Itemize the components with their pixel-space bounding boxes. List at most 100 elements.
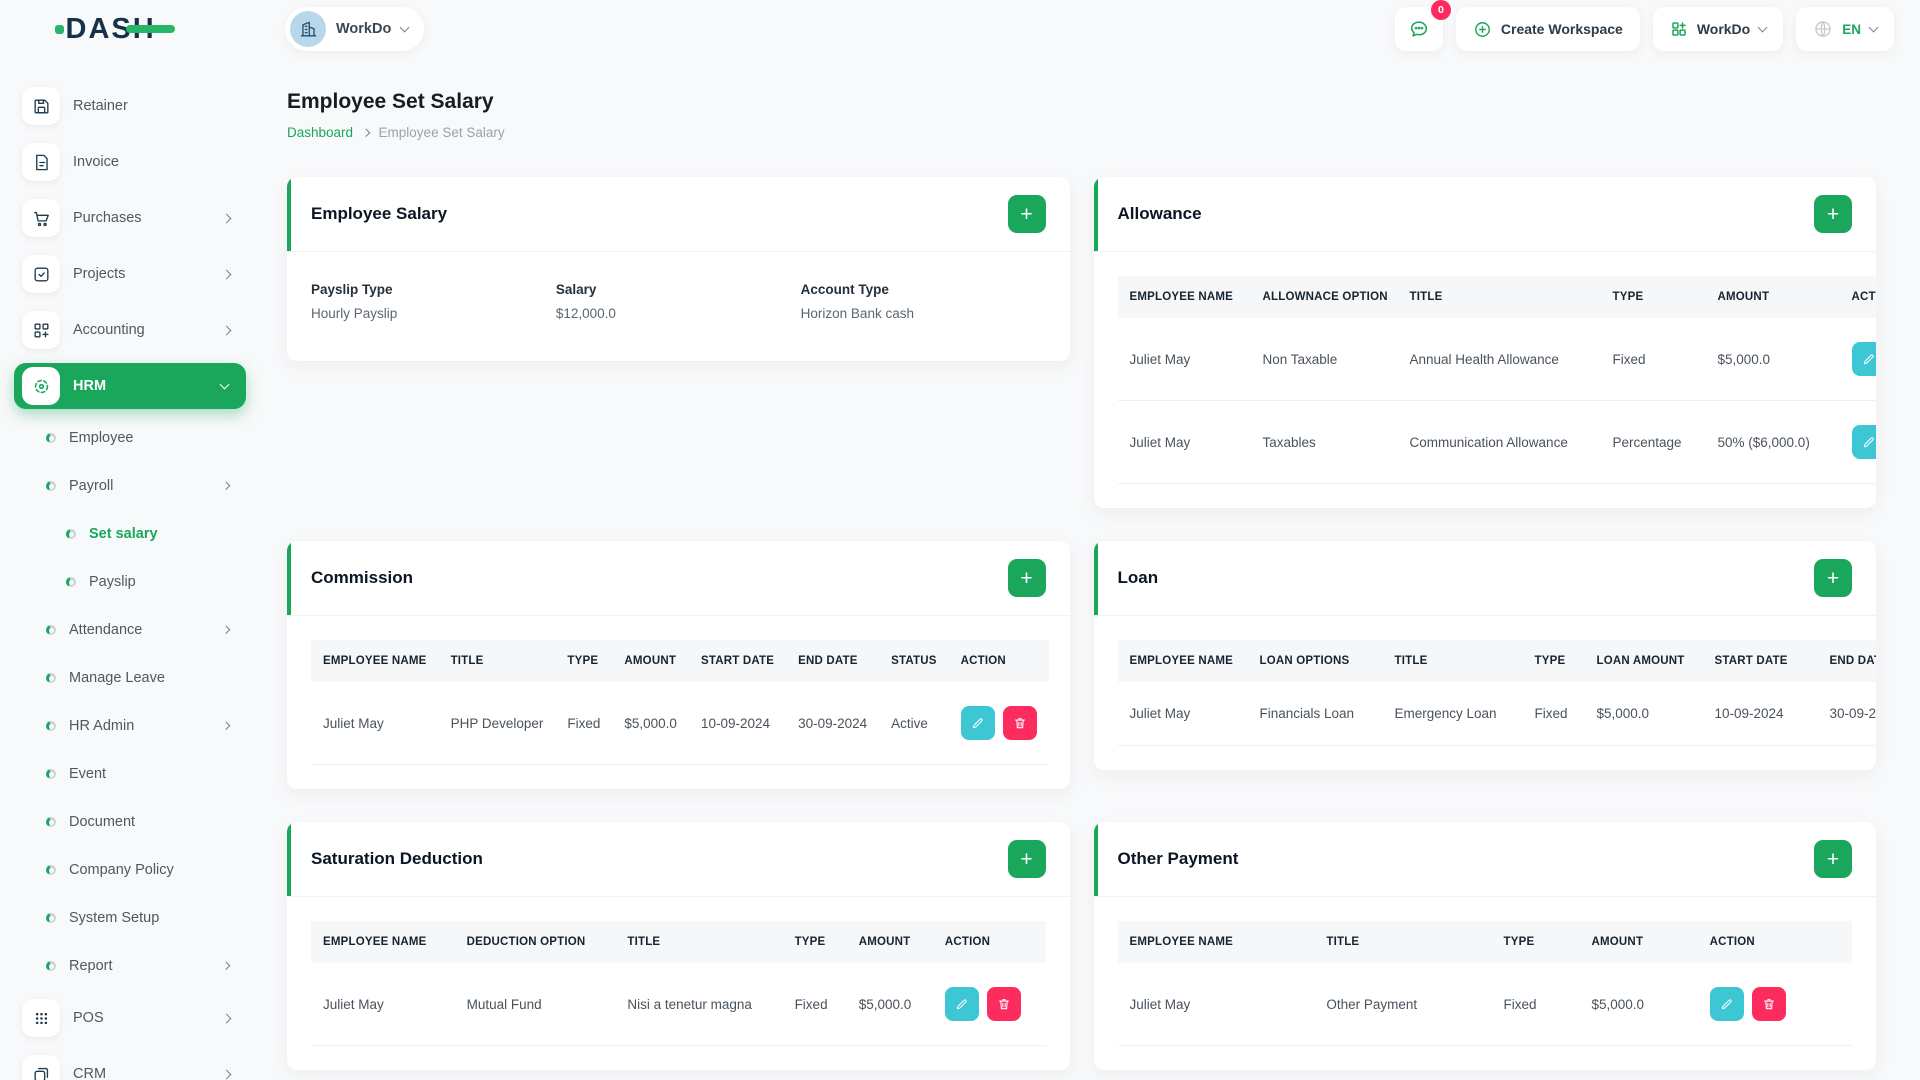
card-title: Loan — [1117, 568, 1159, 587]
bullet-icon — [46, 673, 56, 683]
sidebar-item-hr-admin[interactable]: HR Admin — [0, 702, 262, 750]
sidebar-item-manage-leave[interactable]: Manage Leave — [0, 654, 262, 702]
cell: 30-09-2024 — [1817, 682, 1876, 746]
chevron-down-icon — [1757, 22, 1768, 33]
pencil-icon — [972, 718, 983, 729]
column-header: TYPE — [782, 921, 847, 963]
add-button[interactable]: + — [1814, 559, 1852, 597]
chevron-right-icon — [221, 1069, 232, 1079]
sidebar-item-employee[interactable]: Employee — [0, 414, 262, 462]
topbar-actions: 0 Create Workspace WorkDo EN — [1394, 0, 1894, 51]
sidebar-item-retainer[interactable]: Retainer — [0, 78, 262, 134]
cell: 10-09-2024 — [1702, 682, 1818, 746]
bullet-icon — [46, 817, 56, 827]
sidebar-item-payroll[interactable]: Payroll — [0, 462, 262, 510]
sidebar-item-purchases[interactable]: Purchases — [0, 190, 262, 246]
main-content: Employee Set Salary Dashboard Employee S… — [262, 58, 1920, 1080]
sidebar-item-document[interactable]: Document — [0, 798, 262, 846]
salary-summary: Payslip Type Hourly Payslip Salary $12,0… — [311, 276, 1046, 337]
sidebar-item-label: Set salary — [89, 526, 158, 542]
add-button[interactable]: + — [1007, 840, 1046, 878]
sidebar-item-payslip[interactable]: Payslip — [0, 558, 262, 606]
column-header: ALLOWNACE OPTION — [1250, 276, 1398, 318]
cell: $5,000.0 — [1584, 682, 1703, 746]
pencil-icon — [956, 999, 967, 1010]
table-header-row: EMPLOYEE NAME LOAN OPTIONS TITLE TYPE LO… — [1117, 640, 1876, 682]
grid-plus-icon — [22, 311, 60, 349]
cell: Fixed — [1600, 318, 1706, 401]
bullet-icon — [46, 961, 56, 971]
crm-icon — [22, 1055, 60, 1080]
sidebar-item-report[interactable]: Report — [0, 942, 262, 990]
column-header: EMPLOYEE NAME — [1117, 640, 1248, 682]
sidebar-item-projects[interactable]: Projects — [0, 246, 262, 302]
edit-button[interactable] — [960, 706, 995, 740]
breadcrumb-dashboard-link[interactable]: Dashboard — [287, 125, 353, 140]
delete-button[interactable] — [1002, 706, 1037, 740]
column-header: ACTION — [1697, 921, 1852, 963]
delete-button[interactable] — [1751, 987, 1786, 1021]
sidebar-item-set-salary[interactable]: Set salary — [0, 510, 262, 558]
card-title: Other Payment — [1117, 849, 1239, 868]
column-header: TYPE — [555, 640, 613, 682]
chevron-right-icon — [361, 128, 370, 137]
cell: Non Taxable — [1250, 318, 1398, 401]
cell: Juliet May — [1117, 400, 1251, 484]
cell: Taxables — [1250, 400, 1398, 484]
workdo-menu-button[interactable]: WorkDo — [1652, 7, 1784, 51]
card-title: Saturation Deduction — [311, 849, 483, 868]
messages-button[interactable]: 0 — [1394, 0, 1451, 51]
sidebar-item-company-policy[interactable]: Company Policy — [0, 846, 262, 894]
language-selector[interactable]: EN — [1796, 7, 1894, 51]
sidebar-item-event[interactable]: Event — [0, 750, 262, 798]
cell: $5,000.0 — [1705, 318, 1840, 401]
sidebar-item-attendance[interactable]: Attendance — [0, 606, 262, 654]
add-button[interactable]: + — [1814, 840, 1852, 878]
edit-button[interactable] — [1709, 987, 1744, 1021]
column-header: EMPLOYEE NAME — [311, 640, 439, 682]
field-label: Account Type — [800, 282, 889, 297]
add-button[interactable]: + — [1007, 195, 1046, 233]
page-title: Employee Set Salary — [287, 90, 494, 113]
cell: 10-09-2024 — [688, 682, 787, 765]
sidebar-item-accounting[interactable]: Accounting — [0, 302, 262, 358]
table-row: Juliet May Financials Loan Emergency Loa… — [1117, 682, 1876, 746]
sidebar-item-pos[interactable]: POS — [0, 990, 262, 1046]
sidebar-item-hrm[interactable]: HRM — [14, 363, 246, 409]
bullet-icon — [46, 913, 56, 923]
add-button[interactable]: + — [1814, 195, 1852, 233]
trash-icon — [1014, 718, 1025, 729]
building-icon — [300, 21, 316, 37]
messages-count-badge: 0 — [1430, 0, 1451, 20]
card-header: Other Payment + — [1093, 822, 1876, 897]
edit-button[interactable] — [1851, 425, 1876, 459]
allowance-table: EMPLOYEE NAME ALLOWNACE OPTION TITLE TYP… — [1117, 276, 1876, 484]
column-header: TITLE — [1397, 276, 1601, 318]
sidebar-item-system-setup[interactable]: System Setup — [0, 894, 262, 942]
workspace-selector[interactable]: WorkDo — [285, 7, 425, 51]
cell: Nisi a tenetur magna — [615, 963, 783, 1046]
sidebar-item-crm[interactable]: CRM — [0, 1046, 262, 1080]
saturation-deduction-table: EMPLOYEE NAME DEDUCTION OPTION TITLE TYP… — [311, 921, 1046, 1046]
breadcrumb-current: Employee Set Salary — [378, 125, 505, 140]
cell: Communication Allowance — [1397, 400, 1601, 484]
table-row: Juliet May Other Payment Fixed $5,000.0 — [1117, 963, 1852, 1046]
column-header: EMPLOYEE NAME — [1117, 276, 1251, 318]
column-header: TYPE — [1600, 276, 1706, 318]
edit-button[interactable] — [1851, 342, 1876, 376]
card-header: Employee Salary + — [287, 177, 1070, 252]
sidebar-item-label: POS — [73, 1010, 104, 1026]
sidebar-item-label: System Setup — [69, 910, 160, 926]
edit-button[interactable] — [944, 987, 979, 1021]
column-header: TITLE — [1382, 640, 1523, 682]
add-button[interactable]: + — [1007, 559, 1046, 597]
check-square-icon — [22, 255, 60, 293]
bullet-icon — [46, 433, 56, 443]
pencil-icon — [1863, 437, 1874, 448]
grid-dots-icon — [22, 999, 60, 1037]
delete-button[interactable] — [986, 987, 1021, 1021]
field-value: Horizon Bank cash — [800, 306, 914, 321]
sidebar-item-invoice[interactable]: Invoice — [0, 134, 262, 190]
pencil-icon — [1721, 999, 1732, 1010]
create-workspace-button[interactable]: Create Workspace — [1455, 7, 1640, 51]
